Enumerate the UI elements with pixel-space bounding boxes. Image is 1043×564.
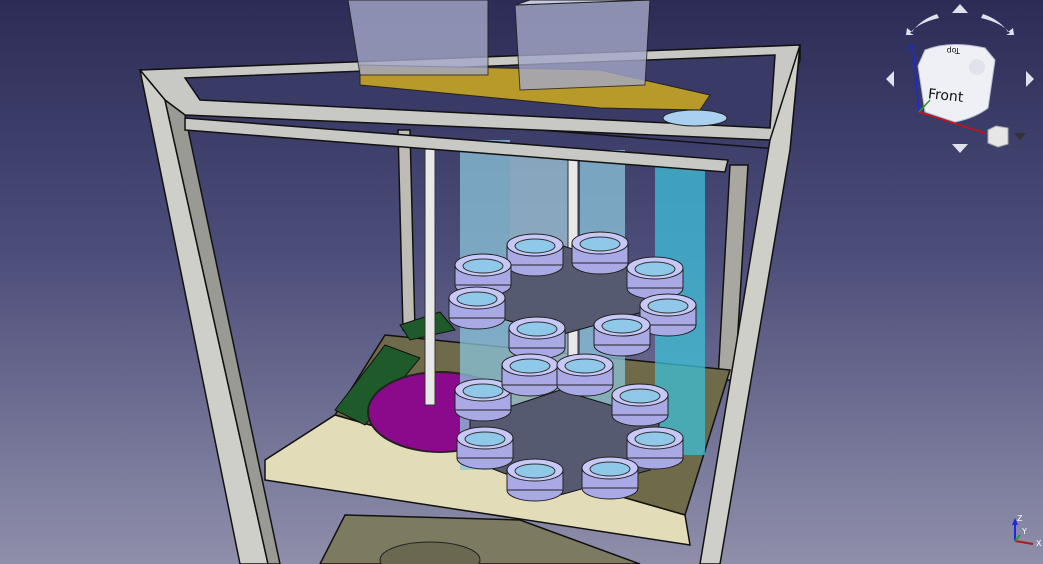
3d-viewport[interactable]: Front Top Z Z Y X <box>0 0 1043 564</box>
axis-y-label: Y <box>1021 527 1027 536</box>
axis-cross: Z Y X <box>1012 514 1042 548</box>
axis-x-label: X <box>1036 539 1042 548</box>
axis-z-label: Z <box>1017 514 1023 523</box>
